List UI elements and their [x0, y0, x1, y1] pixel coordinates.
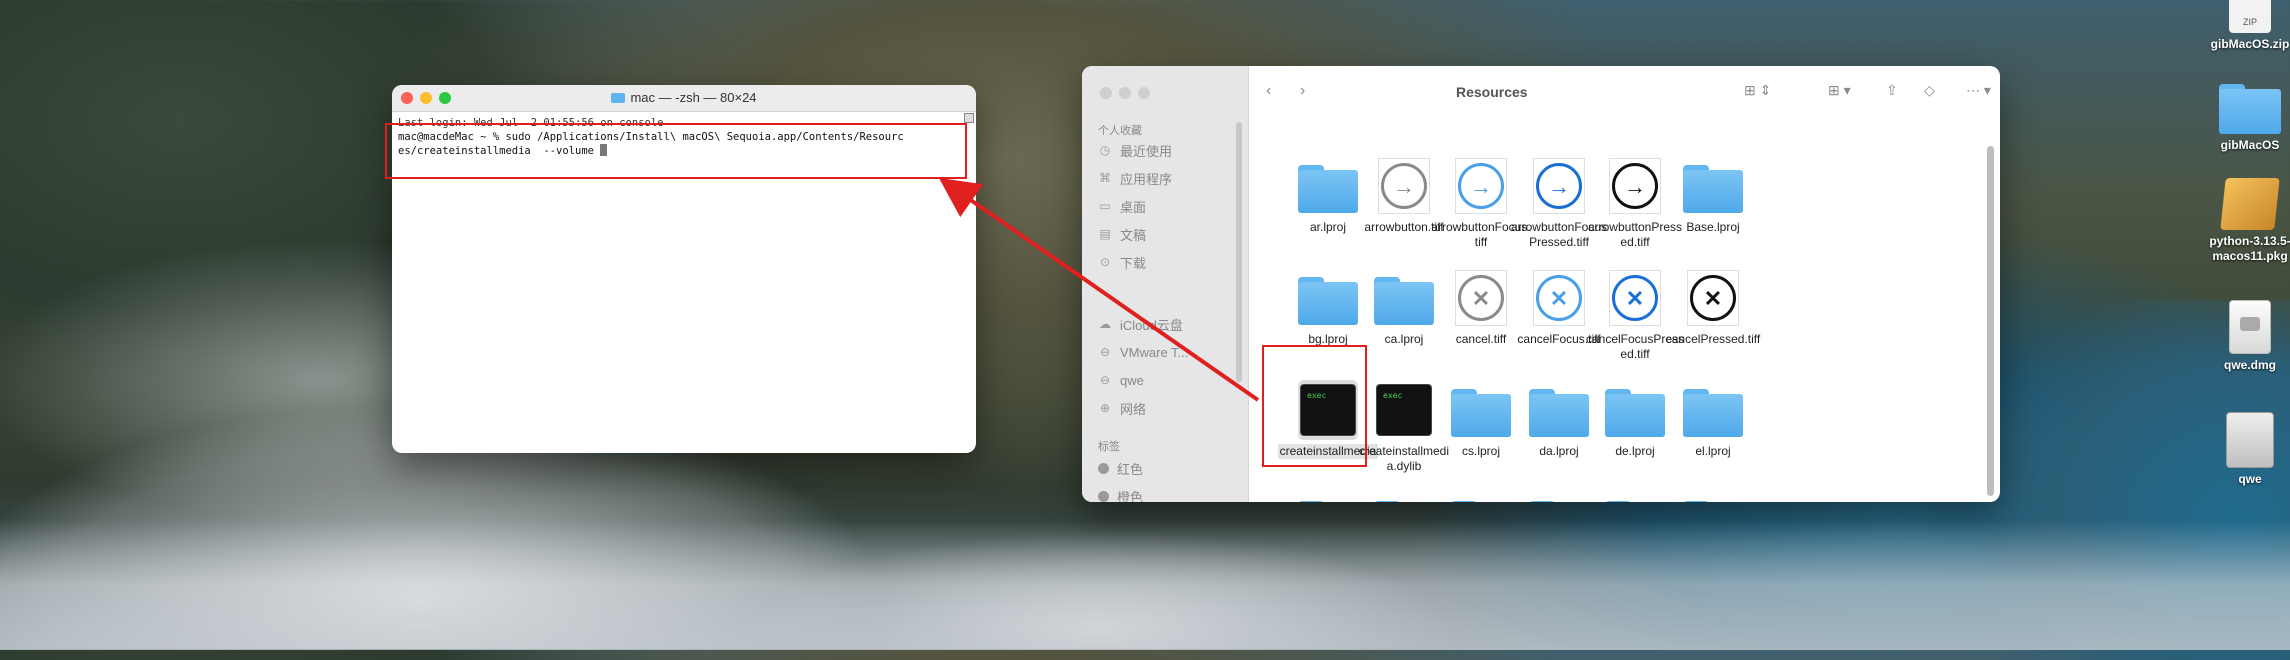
arrow-line: [938, 177, 1260, 402]
dmg-icon: [2229, 300, 2271, 354]
desktop-item-label: gibMacOS: [2220, 138, 2280, 152]
pkg-icon: [2220, 178, 2280, 230]
desktop-item-label: python-3.13.5-macos11.pkg: [2209, 234, 2290, 263]
desktop-item[interactable]: qwe: [2195, 412, 2290, 487]
desktop-item[interactable]: qwe.dmg: [2195, 300, 2290, 373]
desktop-item[interactable]: python-3.13.5-macos11.pkg: [2195, 178, 2290, 264]
desktop-item[interactable]: gibMacOS: [2195, 84, 2290, 153]
desktop-item[interactable]: ZIP gibMacOS.zip: [2195, 0, 2290, 52]
drive-icon: [2226, 412, 2274, 468]
desktop-item-label: qwe: [2238, 472, 2262, 486]
annotation-arrow: [938, 177, 1260, 402]
desktop-item-label: gibMacOS.zip: [2210, 37, 2290, 51]
zip-icon: ZIP: [2229, 0, 2271, 33]
folder-icon: [2219, 84, 2281, 134]
desktop-item-label: qwe.dmg: [2223, 358, 2276, 372]
